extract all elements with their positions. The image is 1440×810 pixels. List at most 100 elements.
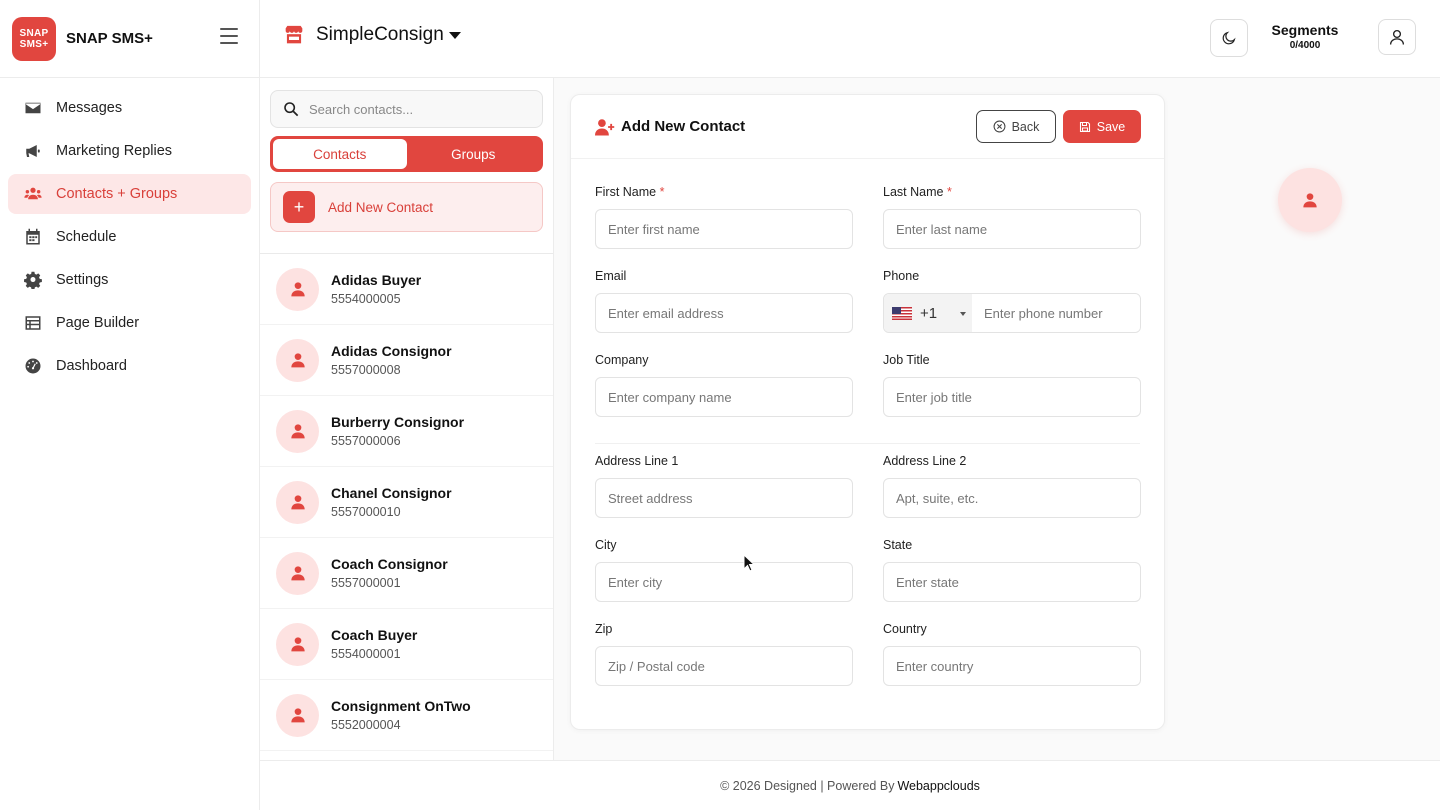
sidebar-item-schedule[interactable]: Schedule	[8, 217, 251, 257]
footer-powered-by-link[interactable]: Webappclouds	[897, 779, 979, 793]
save-button[interactable]: Save	[1063, 110, 1141, 143]
contact-list-item[interactable]: Consignment OnTwo 5552000004	[260, 680, 553, 751]
sidebar-item-dashboard[interactable]: Dashboard	[8, 346, 251, 386]
brand: SNAP SMS+ SNAP SMS+	[0, 0, 259, 78]
contact-avatar-icon	[276, 267, 319, 311]
sidebar-item-page-builder[interactable]: Page Builder	[8, 303, 251, 343]
footer-text: © 2026 Designed | Powered By	[720, 778, 895, 793]
contact-avatar-icon	[276, 693, 319, 737]
sidebar-item-label: Settings	[56, 272, 109, 288]
state-field: State	[883, 538, 1141, 602]
sidebar-item-messages[interactable]: Messages	[8, 88, 251, 128]
contact-avatar-icon	[276, 622, 319, 666]
table-icon	[24, 314, 42, 332]
country-label: Country	[883, 622, 927, 636]
main-content: Add New Contact Back Save First Name * L…	[554, 78, 1440, 760]
search-box	[270, 90, 543, 128]
job-title-label: Job Title	[883, 353, 930, 367]
tab-contacts[interactable]: Contacts	[273, 139, 407, 169]
add-new-contact-button[interactable]: + Add New Contact	[270, 182, 543, 232]
segments-value: 0/4000	[1289, 40, 1321, 51]
address-line-1-label: Address Line 1	[595, 454, 679, 468]
contact-list-item[interactable]: Chanel Consignor 5557000010	[260, 467, 553, 538]
back-button[interactable]: Back	[976, 110, 1056, 143]
phone-label: Phone	[883, 269, 920, 283]
close-circle-icon	[993, 120, 1006, 133]
contact-list-item[interactable]: Adidas Buyer 5554000005	[260, 254, 553, 325]
first-name-label: First Name *	[595, 185, 665, 199]
floppy-disk-icon	[1079, 121, 1090, 132]
contact-list-item[interactable]: Adidas Consignor 5557000008	[260, 325, 553, 396]
country-input[interactable]	[883, 646, 1141, 686]
gauge-icon	[24, 357, 42, 375]
contact-avatar-icon	[276, 409, 319, 453]
country-code-select[interactable]: +1	[884, 294, 972, 332]
users-icon	[24, 185, 42, 203]
city-input[interactable]	[595, 562, 853, 602]
last-name-input[interactable]	[883, 209, 1141, 249]
store-selector[interactable]: SimpleConsign	[284, 24, 461, 46]
job-title-input[interactable]	[883, 377, 1141, 417]
store-name: SimpleConsign	[316, 24, 444, 45]
gear-icon	[24, 271, 42, 289]
sidebar-item-label: Messages	[56, 100, 123, 116]
moon-icon	[1222, 31, 1236, 45]
contact-list-item[interactable]: Burberry Consignor 5557000006	[260, 396, 553, 467]
address-line-2-input[interactable]	[883, 478, 1141, 518]
sidebar-item-contacts-groups[interactable]: Contacts + Groups	[8, 174, 251, 214]
chevron-down-icon	[960, 312, 966, 316]
tab-groups[interactable]: Groups	[407, 139, 541, 169]
email-input[interactable]	[595, 293, 853, 333]
contact-preview-avatar-icon	[1278, 168, 1342, 232]
app-name: SNAP SMS+	[66, 30, 153, 47]
zip-field: Zip	[595, 622, 853, 686]
search-icon	[284, 102, 299, 117]
contact-list: Adidas Buyer 5554000005 Adidas Consignor 5…	[260, 254, 553, 751]
menu-toggle-icon[interactable]	[220, 28, 238, 44]
contact-list-item[interactable]: Coach Consignor 5557000001	[260, 538, 553, 609]
theme-toggle-button[interactable]	[1210, 19, 1248, 57]
contact-name: Adidas Consignor	[331, 343, 452, 359]
sidebar-item-label: Marketing Replies	[56, 143, 173, 159]
contact-list-item[interactable]: Coach Buyer 5554000001	[260, 609, 553, 680]
city-label: City	[595, 538, 617, 552]
add-contact-form-card: Add New Contact Back Save First Name * L…	[570, 94, 1165, 730]
company-input[interactable]	[595, 377, 853, 417]
user-icon	[1389, 29, 1405, 45]
first-name-field: First Name *	[595, 185, 853, 249]
state-input[interactable]	[883, 562, 1141, 602]
first-name-input[interactable]	[595, 209, 853, 249]
sidebar-item-label: Page Builder	[56, 315, 140, 331]
contact-name: Adidas Buyer	[331, 272, 422, 288]
store-icon	[285, 25, 303, 44]
search-input[interactable]	[309, 101, 519, 117]
zip-label: Zip	[595, 622, 613, 636]
contact-name: Burberry Consignor	[331, 414, 465, 430]
contact-name: Coach Consignor	[331, 556, 448, 572]
contacts-tabs: Contacts Groups	[270, 136, 543, 172]
last-name-label: Last Name *	[883, 185, 952, 199]
megaphone-icon	[24, 142, 42, 160]
contact-phone: 5554000005	[331, 292, 401, 306]
address-line-1-input[interactable]	[595, 478, 853, 518]
top-header: SimpleConsign Segments 0/4000	[260, 0, 1440, 78]
last-name-field: Last Name *	[883, 185, 1141, 249]
email-label: Email	[595, 269, 627, 283]
contact-avatar-icon	[276, 338, 319, 382]
address-line-1-field: Address Line 1	[595, 454, 853, 518]
phone-input[interactable]	[972, 294, 1140, 332]
country-code-value: +1	[920, 304, 938, 322]
us-flag-icon	[892, 306, 912, 320]
app-logo[interactable]: SNAP SMS+	[12, 16, 56, 61]
sidebar: SNAP SMS+ SNAP SMS+ Messages Marketing R…	[0, 0, 260, 810]
sidebar-item-settings[interactable]: Settings	[8, 260, 251, 300]
contact-phone: 5557000010	[331, 505, 401, 519]
contact-phone: 5554000001	[331, 647, 401, 661]
contact-phone: 5557000008	[331, 363, 401, 377]
sidebar-item-marketing-replies[interactable]: Marketing Replies	[8, 131, 251, 171]
address-line-2-field: Address Line 2	[883, 454, 1141, 518]
sidebar-item-label: Schedule	[56, 229, 117, 245]
contact-phone: 5552000004	[331, 718, 401, 732]
zip-input[interactable]	[595, 646, 853, 686]
user-menu-button[interactable]	[1378, 19, 1416, 55]
